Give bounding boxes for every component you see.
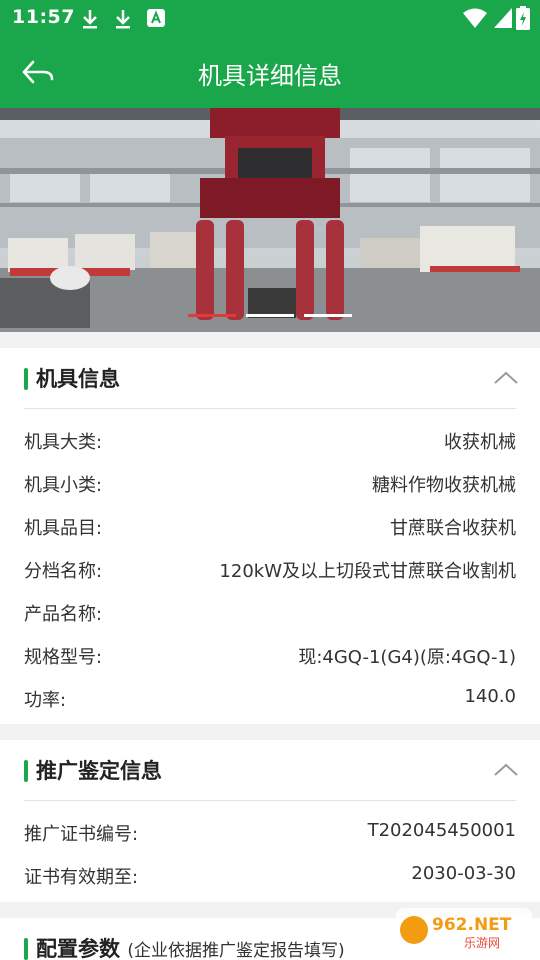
row-label: 分档名称: (24, 561, 103, 582)
row-label: 推广证书编号: (24, 824, 139, 845)
info-row: 证书有效期至: 2030-03-30 (24, 859, 516, 889)
page-title: 机具详细信息 (198, 62, 342, 90)
carousel-indicator-3[interactable] (304, 314, 352, 317)
section-accent-bar (24, 938, 28, 960)
machine-info-card: 机具信息 机具大类: 收获机械 机具小类: 糖料作物收获机械 机具品目: 甘蔗联… (0, 348, 540, 724)
status-bar: 11:57 (0, 0, 540, 36)
row-label: 功率: (24, 690, 67, 711)
info-row: 机具品目: 甘蔗联合收获机 (24, 510, 516, 540)
app-notification-icon (147, 9, 165, 27)
row-value: 甘蔗联合收获机 (390, 518, 516, 539)
image-carousel[interactable] (0, 108, 540, 332)
divider (24, 408, 516, 409)
promotion-info-card: 推广鉴定信息 推广证书编号: T202045450001 证书有效期至: 203… (0, 740, 540, 902)
info-row: 机具大类: 收获机械 (24, 424, 516, 454)
info-row: 功率: 140.0 (24, 682, 516, 712)
row-value: 2030-03-30 (411, 863, 516, 884)
chevron-up-icon[interactable] (492, 366, 520, 390)
download-icon (83, 10, 97, 29)
info-row: 产品名称: (24, 596, 516, 626)
harvester-photo (0, 108, 540, 332)
divider (24, 800, 516, 801)
section-title-text: 配置参数 (36, 937, 120, 960)
row-value: 收获机械 (444, 432, 516, 453)
row-value: 140.0 (464, 686, 516, 707)
row-label: 机具大类: (24, 432, 103, 453)
site-watermark-logo: 962.NET 乐游网 (396, 908, 532, 952)
row-value: 现:4GQ-1(G4)(原:4GQ-1) (298, 647, 516, 668)
row-value: 糖料作物收获机械 (372, 475, 516, 496)
svg-text:962.NET: 962.NET (432, 915, 512, 935)
section-title: 机具信息 (36, 367, 120, 391)
row-label: 机具小类: (24, 475, 103, 496)
wifi-icon (463, 8, 487, 28)
row-label: 机具品目: (24, 518, 103, 539)
section-accent-bar (24, 760, 28, 782)
promotion-info-header[interactable]: 推广鉴定信息 (0, 740, 540, 800)
row-label: 规格型号: (24, 647, 103, 668)
signal-icon (494, 8, 512, 28)
section-title: 推广鉴定信息 (36, 759, 162, 783)
carousel-indicator-1[interactable] (188, 314, 236, 317)
machine-info-header[interactable]: 机具信息 (0, 348, 540, 408)
info-row: 分档名称: 120kW及以上切段式甘蔗联合收割机 (24, 553, 516, 583)
download-icon (116, 10, 130, 29)
info-row: 机具小类: 糖料作物收获机械 (24, 467, 516, 497)
row-value: 120kW及以上切段式甘蔗联合收割机 (219, 561, 516, 582)
section-title: 配置参数 (企业依据推广鉴定报告填写) (36, 933, 345, 960)
status-time: 11:57 (12, 6, 75, 28)
chevron-up-icon[interactable] (492, 758, 520, 782)
svg-text:乐游网: 乐游网 (464, 936, 500, 950)
row-value: T202045450001 (367, 820, 516, 841)
section-accent-bar (24, 368, 28, 390)
carousel-indicator-2[interactable] (246, 314, 294, 317)
app-bar: 机具详细信息 (0, 36, 540, 108)
row-label: 产品名称: (24, 604, 103, 625)
row-label: 证书有效期至: (24, 867, 139, 888)
info-row: 推广证书编号: T202045450001 (24, 816, 516, 846)
battery-icon (516, 6, 530, 30)
section-subtitle: (企业依据推广鉴定报告填写) (127, 941, 345, 960)
info-row: 规格型号: 现:4GQ-1(G4)(原:4GQ-1) (24, 639, 516, 669)
